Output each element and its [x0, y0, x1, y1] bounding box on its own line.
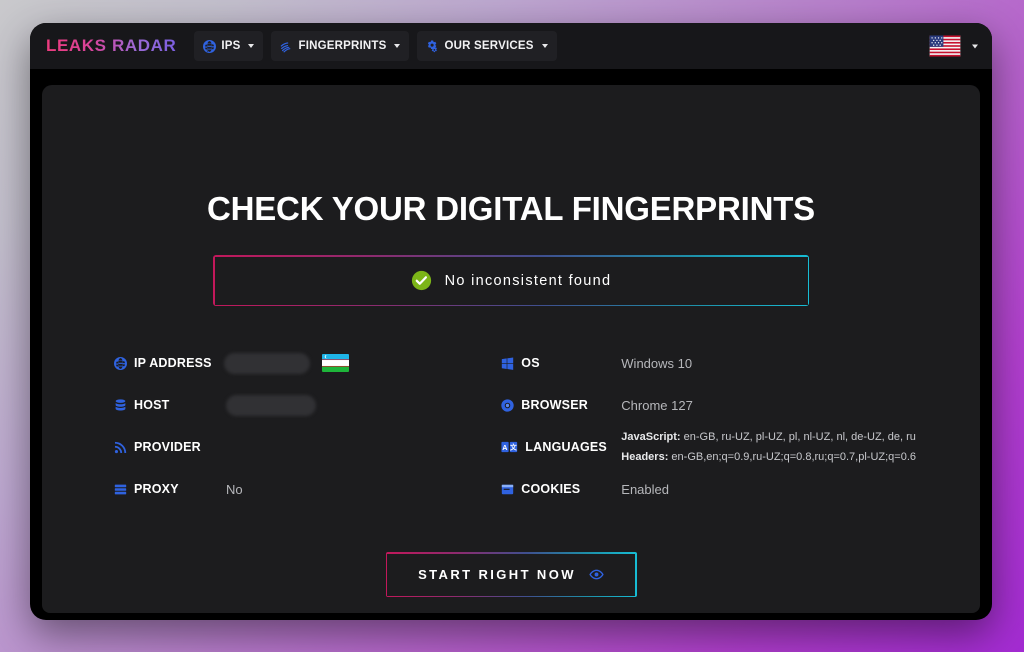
info-value-browser: Chrome 127: [621, 397, 693, 413]
nav-item-ips[interactable]: IPS: [194, 31, 264, 61]
fingerprint-icon: [280, 40, 293, 53]
chevron-down-icon: [541, 44, 548, 48]
info-row-languages: A 文 LANGUAGES JavaScript: en-GB, ru-UZ, …: [501, 426, 916, 468]
info-label-text: IP ADDRESS: [134, 356, 212, 370]
info-label-wrap: PROXY: [114, 482, 226, 496]
info-label-text: COOKIES: [521, 482, 581, 496]
content-panel: CHECK YOUR DIGITAL FINGERPRINTS No incon…: [42, 85, 980, 613]
languages-values: JavaScript: en-GB, ru-UZ, pl-UZ, pl, nl-…: [621, 431, 916, 463]
cookie-window-icon: [501, 483, 514, 496]
languages-javascript-key: JavaScript:: [621, 431, 681, 443]
info-label-text: BROWSER: [521, 398, 588, 412]
brand-logo[interactable]: LEAKS RADAR: [46, 36, 176, 56]
signal-icon: [114, 441, 127, 454]
uz-flag-icon: [310, 354, 349, 372]
check-circle-icon: [411, 270, 432, 291]
chevron-down-icon: [394, 44, 401, 48]
cta-wrapper: START RIGHT NOW: [42, 552, 980, 597]
nav-item-label: IPS: [221, 40, 241, 52]
info-row-host: HOST: [114, 384, 471, 426]
info-label-wrap: IP ADDRESS: [114, 356, 226, 370]
info-row-provider: PROVIDER: [114, 426, 471, 468]
info-value-os: Windows 10: [621, 355, 693, 371]
language-picker[interactable]: [929, 35, 978, 57]
redacted-ip-value: [224, 352, 310, 374]
chevron-down-icon: [972, 44, 978, 48]
us-flag-icon: [929, 35, 961, 57]
info-label-wrap: COOKIES: [501, 482, 621, 496]
nav-item-our-services[interactable]: OUR SERVICES: [417, 31, 557, 61]
server-icon: [114, 483, 127, 496]
info-label-wrap: HOST: [114, 398, 226, 412]
status-banner: No inconsistent found: [213, 255, 809, 306]
info-column-left: IP ADDRESS HOST PROVIDER PROXY No: [114, 342, 471, 510]
info-label-wrap: BROWSER: [501, 398, 621, 412]
globe-icon: [114, 356, 127, 370]
nav-item-fingerprints[interactable]: FINGERPRINTS: [271, 31, 410, 61]
start-right-now-button[interactable]: START RIGHT NOW: [385, 552, 637, 597]
info-row-ip-address: IP ADDRESS: [114, 342, 471, 384]
languages-javascript-line: JavaScript: en-GB, ru-UZ, pl-UZ, pl, nl-…: [621, 431, 916, 443]
navbar: LEAKS RADAR IPS FINGERPRINTS OUR SERVICE…: [30, 23, 992, 69]
chrome-icon: [501, 398, 514, 412]
languages-headers-key: Headers:: [621, 451, 669, 463]
status-banner-text: No inconsistent found: [444, 272, 612, 289]
info-column-right: OS Windows 10 BROWSER Chrome 127 A 文 LAN…: [471, 342, 916, 510]
info-label-text: PROXY: [134, 482, 179, 496]
chevron-down-icon: [248, 44, 255, 48]
info-value-cookies: Enabled: [621, 481, 669, 497]
svg-text:A: A: [503, 443, 509, 452]
languages-headers-line: Headers: en-GB,en;q=0.9,ru-UZ;q=0.8,ru;q…: [621, 451, 916, 463]
info-label-text: HOST: [134, 398, 170, 412]
info-value-proxy: No: [226, 481, 243, 497]
info-label-text: LANGUAGES: [525, 440, 607, 454]
globe-icon: [203, 39, 217, 53]
info-grid: IP ADDRESS HOST PROVIDER PROXY No OS Win…: [42, 342, 980, 510]
info-row-os: OS Windows 10: [501, 342, 916, 384]
info-row-browser: BROWSER Chrome 127: [501, 384, 916, 426]
info-row-cookies: COOKIES Enabled: [501, 468, 916, 510]
eye-icon: [589, 567, 604, 582]
info-label-wrap: PROVIDER: [114, 440, 226, 454]
languages-javascript-value: en-GB, ru-UZ, pl-UZ, pl, nl-UZ, nl, de-U…: [680, 431, 916, 443]
windows-icon: [501, 356, 514, 370]
database-icon: [114, 398, 127, 412]
svg-text:文: 文: [509, 443, 517, 452]
info-label-text: PROVIDER: [134, 440, 201, 454]
nav-item-label: OUR SERVICES: [444, 40, 534, 52]
translate-icon: A 文: [501, 441, 518, 453]
cta-label: START RIGHT NOW: [418, 567, 576, 582]
info-row-proxy: PROXY No: [114, 468, 471, 510]
info-label-wrap: A 文 LANGUAGES: [501, 440, 621, 454]
page-title: CHECK YOUR DIGITAL FINGERPRINTS: [206, 190, 815, 227]
languages-headers-value: en-GB,en;q=0.9,ru-UZ;q=0.8,ru;q=0.7,pl-U…: [668, 451, 916, 463]
redacted-host-value: [226, 394, 316, 416]
app-window: LEAKS RADAR IPS FINGERPRINTS OUR SERVICE…: [30, 23, 992, 620]
info-label-text: OS: [521, 356, 540, 370]
info-label-wrap: OS: [501, 356, 621, 370]
nav-item-label: FINGERPRINTS: [298, 40, 387, 52]
gears-icon: [426, 39, 439, 53]
